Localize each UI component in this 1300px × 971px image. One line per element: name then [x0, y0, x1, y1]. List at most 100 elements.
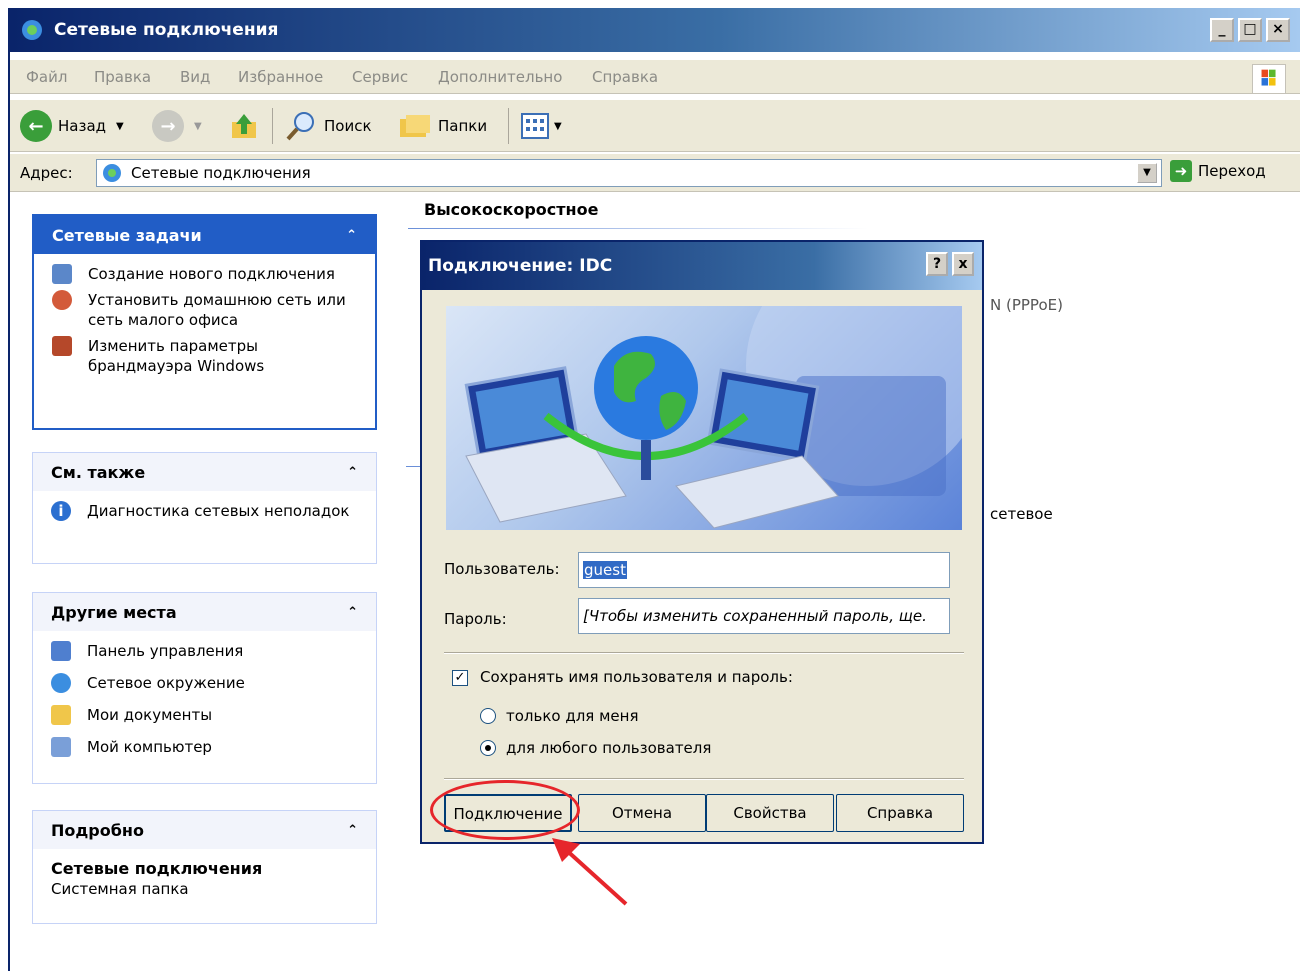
place-network-places[interactable]: Сетевое окружение: [51, 673, 358, 693]
firewall-icon: [52, 336, 72, 356]
window-title: Сетевые подключения: [54, 20, 279, 40]
folders-icon: [400, 115, 430, 137]
control-panel-icon: [51, 641, 71, 661]
go-label: Переход: [1198, 162, 1266, 180]
task-label: Установить домашнюю сеть или сеть малого…: [88, 291, 346, 329]
details-name: Сетевые подключения: [51, 859, 263, 878]
connect-dialog: Подключение: IDC ? x Пользователь: guest…: [420, 240, 984, 844]
properties-button[interactable]: Свойства: [706, 794, 834, 832]
task-home-network[interactable]: Установить домашнюю сеть или сеть малого…: [52, 290, 357, 330]
address-bar: Адрес: Сетевые подключения ▼ ➜ Переход: [10, 154, 1300, 192]
password-input[interactable]: [Чтобы изменить сохраненный пароль, ще.: [578, 598, 950, 634]
new-connection-icon: [52, 264, 72, 284]
network-places-icon: [51, 673, 71, 693]
maximize-button[interactable]: □: [1238, 18, 1262, 42]
up-folder-icon: [232, 114, 256, 138]
help-button[interactable]: ?: [926, 252, 948, 276]
group-divider: [408, 228, 868, 229]
forward-arrow-icon: →: [152, 110, 184, 142]
radio-any-user-label: для любого пользователя: [506, 739, 712, 757]
menu-help[interactable]: Справка: [592, 68, 658, 86]
back-button[interactable]: ← Назад ▼: [20, 108, 124, 144]
menu-tools[interactable]: Сервис: [352, 68, 408, 86]
see-also-panel: См. также ⌃ i Диагностика сетевых непола…: [32, 452, 377, 564]
menu-edit[interactable]: Правка: [94, 68, 151, 86]
up-folder-button[interactable]: [228, 108, 260, 144]
cancel-button[interactable]: Отмена: [578, 794, 706, 832]
task-diagnostics[interactable]: i Диагностика сетевых неполадок: [51, 501, 358, 521]
back-label: Назад: [58, 117, 107, 135]
menu-advanced[interactable]: Дополнительно: [438, 68, 562, 86]
radio-only-me-label: только для меня: [506, 707, 639, 725]
window-titlebar: Сетевые подключения _ □ ×: [10, 8, 1300, 52]
password-value: [Чтобы изменить сохраненный пароль, ще.: [583, 607, 927, 625]
radio-only-me[interactable]: [480, 708, 496, 724]
place-label: Сетевое окружение: [87, 674, 245, 692]
connection-label-partial: сетевое: [990, 505, 1053, 523]
place-label: Мои документы: [87, 706, 213, 724]
username-input[interactable]: guest: [578, 552, 950, 588]
connection-banner-image: [446, 306, 962, 530]
search-label: Поиск: [324, 117, 372, 135]
chevron-down-icon[interactable]: ▼: [194, 121, 202, 132]
chevron-down-icon[interactable]: ▼: [116, 121, 124, 132]
task-create-connection[interactable]: Создание нового подключения: [52, 264, 357, 284]
task-label: Изменить параметры брандмауэра Windows: [88, 337, 265, 375]
folders-button[interactable]: Папки: [398, 108, 487, 144]
other-places-header[interactable]: Другие места ⌃: [33, 593, 376, 631]
views-button[interactable]: ▼: [520, 108, 562, 144]
see-also-header[interactable]: См. также ⌃: [33, 453, 376, 491]
collapse-icon[interactable]: ⌃: [346, 228, 357, 243]
search-button[interactable]: Поиск: [284, 108, 372, 144]
collapse-icon[interactable]: ⌃: [347, 605, 358, 620]
user-label: Пользователь:: [444, 560, 560, 578]
home-network-icon: [52, 290, 72, 310]
address-dropdown-button[interactable]: ▼: [1137, 163, 1157, 183]
menu-favorites[interactable]: Избранное: [238, 68, 323, 86]
dialog-titlebar: Подключение: IDC ? x: [422, 242, 982, 290]
place-my-computer[interactable]: Мой компьютер: [51, 737, 358, 757]
my-computer-icon: [51, 737, 71, 757]
details-panel: Подробно ⌃ Сетевые подключения Системная…: [32, 810, 377, 924]
collapse-icon[interactable]: ⌃: [347, 823, 358, 838]
menu-file[interactable]: Файл: [26, 68, 67, 86]
go-button[interactable]: ➜ Переход: [1170, 160, 1266, 182]
close-button[interactable]: ×: [1266, 18, 1290, 42]
back-arrow-icon: ←: [20, 110, 52, 142]
task-firewall-settings[interactable]: Изменить параметры брандмауэра Windows: [52, 336, 357, 376]
details-title: Подробно: [51, 820, 144, 840]
network-tasks-header[interactable]: Сетевые задачи ⌃: [34, 216, 375, 254]
help-dialog-button[interactable]: Справка: [836, 794, 964, 832]
network-connections-icon: [103, 164, 121, 182]
toolbar: ← Назад ▼ → ▼ Поиск Папки ▼: [10, 100, 1300, 152]
search-icon: [286, 112, 314, 141]
connection-type-partial: N (PPPoE): [990, 296, 1063, 314]
details-type: Системная папка: [51, 880, 189, 898]
task-pane: Сетевые задачи ⌃ Создание нового подключ…: [10, 194, 400, 971]
radio-any-user[interactable]: [480, 740, 496, 756]
address-input[interactable]: Сетевые подключения ▼: [96, 159, 1162, 187]
separator: [444, 652, 964, 654]
views-icon: [521, 113, 549, 139]
minimize-button[interactable]: _: [1210, 18, 1234, 42]
forward-button[interactable]: → ▼: [152, 108, 202, 144]
windows-logo-icon: [1252, 64, 1286, 94]
task-label: Диагностика сетевых неполадок: [87, 502, 350, 520]
chevron-down-icon[interactable]: ▼: [554, 121, 562, 132]
details-header[interactable]: Подробно ⌃: [33, 811, 376, 849]
pointer-arrow-icon: [552, 838, 628, 906]
password-label: Пароль:: [444, 610, 507, 628]
task-label: Создание нового подключения: [88, 265, 335, 283]
menu-view[interactable]: Вид: [180, 68, 210, 86]
place-control-panel[interactable]: Панель управления: [51, 641, 358, 661]
place-label: Мой компьютер: [87, 738, 212, 756]
place-my-documents[interactable]: Мои документы: [51, 705, 358, 725]
other-places-title: Другие места: [51, 602, 177, 622]
network-tasks-panel: Сетевые задачи ⌃ Создание нового подключ…: [32, 214, 377, 430]
dialog-close-button[interactable]: x: [952, 252, 974, 276]
save-credentials-checkbox[interactable]: ✓: [452, 670, 468, 686]
see-also-title: См. также: [51, 462, 146, 482]
network-tasks-title: Сетевые задачи: [52, 225, 202, 245]
collapse-icon[interactable]: ⌃: [347, 465, 358, 480]
save-credentials-label: Сохранять имя пользователя и пароль:: [480, 668, 793, 686]
